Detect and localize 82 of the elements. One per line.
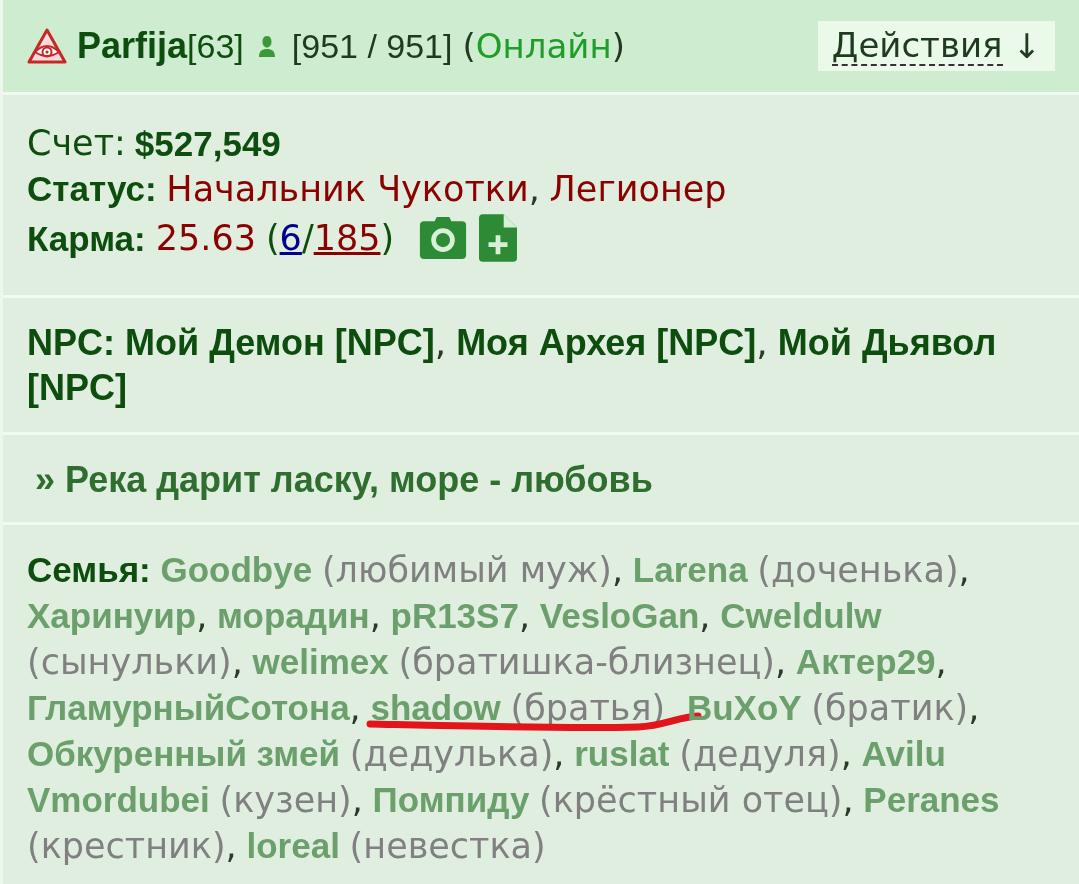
family-member-link[interactable]: Larena [632,550,748,589]
person-icon [257,35,276,57]
relation-text: (доченька) [757,550,959,590]
relation-text: (любимый муж) [321,550,612,590]
karma-label: Карма: [27,217,146,260]
comma-text: , [699,596,711,636]
comma-text: , [518,596,531,636]
family-member-link[interactable]: BuXoY [686,688,802,727]
family-member-link[interactable]: pR13S7 [390,596,519,635]
relation-text: (сынульки) [27,642,232,682]
paren-text: ) [380,216,395,260]
comma-text: , [775,642,787,682]
npc-tag: [NPC] [656,322,757,363]
status-label: Статус: [27,169,157,208]
family-member-link[interactable]: Обкуренный змей [27,734,341,773]
comma-text: , [553,734,565,774]
slash-text: / [301,216,314,260]
family-member-link[interactable]: ГламурныйСотона [27,688,350,727]
comma-text: , [351,780,363,820]
user-name[interactable]: Parfija [77,19,188,73]
account-label: Счет: [27,122,126,165]
karma-value: 25.63 [155,216,256,260]
downvotes-link[interactable]: 185 [313,215,381,261]
comma-text: , [935,642,947,682]
family-member-link[interactable]: welimex [252,642,389,681]
relation-text: (братья) [510,688,666,728]
relation-text: (дедуля) [679,734,841,774]
family-member-link[interactable]: морадин [217,596,370,635]
comma-text: , [968,688,980,728]
family-member-link[interactable]: shadow [370,688,501,727]
family-member-link[interactable]: Vmordubei [27,780,210,819]
family-member-link[interactable]: ruslat [574,734,670,773]
paren-text: ) [611,24,625,68]
health-text: [951 / 951] [291,25,453,67]
paren-text: ( [265,216,280,260]
relation-text: (братик) [811,688,969,728]
family-member-link[interactable]: Харинуир [27,596,197,635]
family-member-link[interactable]: Avilu [861,734,946,773]
status-title: Начальник Чукотки [166,169,529,209]
family-member-link[interactable]: loreal [246,826,340,865]
comma-text: , [842,780,854,820]
online-status: Онлайн [475,24,612,68]
file-plus-icon[interactable] [479,214,518,262]
family-member-link[interactable]: Goodbye [160,550,313,589]
comma-text: , [434,322,447,363]
family-member-link[interactable]: Актер29 [795,642,936,681]
npc-tag: [NPC] [27,367,127,408]
comma-text: , [840,734,852,774]
comma-text: , [349,688,361,728]
account-value: $527,549 [134,123,281,165]
npc-link[interactable]: Мой Демон [125,322,325,363]
relation-text: (кузен) [219,780,352,820]
comma-text: , [196,596,208,636]
relation-text: (крёстный отец) [539,780,843,820]
relation-text: (дедулька) [349,734,554,774]
family-member-link[interactable]: Помпиду [372,780,530,819]
eye-triangle-icon [27,28,67,64]
comma-text: , [958,550,970,590]
paren-text: ( [462,24,476,68]
comma-text: , [369,596,381,636]
family-label: Семья: [27,550,151,589]
npc-tag: [NPC] [334,322,435,363]
family-member-link[interactable]: VesloGan [539,596,700,635]
relation-text: (братишка-близнец) [398,642,775,682]
npc-link[interactable]: Моя Архея [456,322,647,363]
motto-text: » Река дарит ласку, море - любовь [35,459,653,500]
status-title: Легионер [549,169,727,209]
upvotes-link[interactable]: 6 [279,215,302,261]
comma-text: , [528,169,540,209]
family-member-link[interactable]: Cweldulw [720,596,882,635]
comma-text: , [225,826,237,866]
npc-link[interactable]: Мой Дьявол [777,322,997,363]
comma-text: , [611,550,624,590]
family-member-link[interactable]: Peranes [863,780,1000,819]
relation-text: (невестка) [349,826,546,866]
npc-label: NPC: [27,322,115,363]
comma-text: , [231,642,243,682]
camera-icon[interactable] [419,217,468,259]
comma-text: , [756,322,768,363]
level-text: [63] [187,25,244,65]
relation-text: (крестник) [27,826,226,866]
actions-button[interactable]: Действия ↓ [817,21,1055,71]
